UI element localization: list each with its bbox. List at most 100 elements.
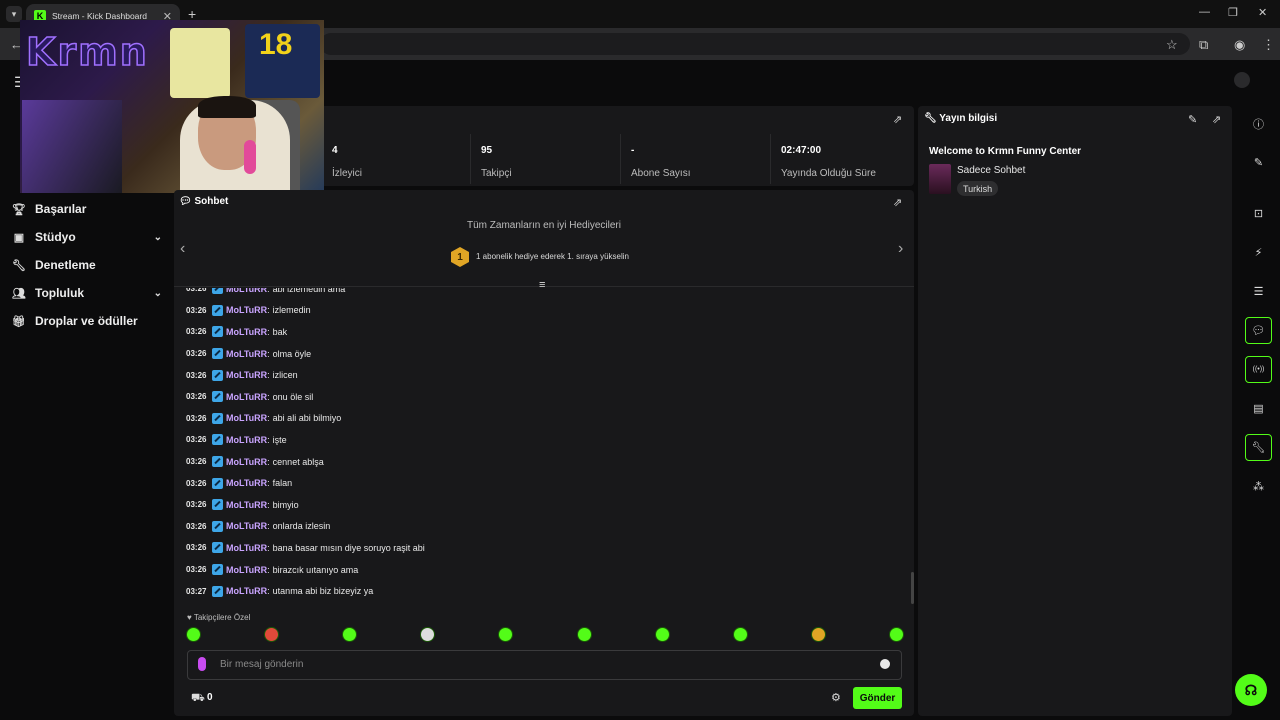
send-button[interactable]: Gönder (853, 687, 902, 709)
message-username[interactable]: MoLTuRR (226, 435, 267, 445)
sidebar-item-drops[interactable]: 🎁︎ Droplar ve ödüller (12, 307, 162, 335)
browser-menu-icon[interactable]: ⋮ (1262, 37, 1275, 53)
extensions-icon[interactable]: ⧉ (1199, 37, 1208, 53)
chat-message-list[interactable]: 03:26 MoLTuRR: abi izlemedin ama 03:26 MoLTu… (186, 288, 906, 606)
emoji-icon[interactable] (880, 659, 890, 669)
message-username[interactable]: MoLTuRR (226, 288, 267, 294)
chat-message: 03:26 MoLTuRR: bimyio (186, 494, 906, 516)
chat-message: 03:26 MoLTuRR: izlemedin (186, 300, 906, 322)
message-username[interactable]: MoLTuRR (226, 457, 267, 467)
message-time: 03:26 (186, 500, 207, 510)
sidebar-item-studio[interactable]: ▣ Stüdyo ⌄ (12, 223, 162, 251)
pencil-icon[interactable]: ✎ (1188, 113, 1197, 126)
rail-pencil-icon[interactable]: ✎ (1245, 149, 1272, 176)
jersey-number: 18 (259, 28, 293, 61)
emote[interactable] (654, 627, 670, 642)
message-colon: : (267, 391, 270, 402)
chevron-left-icon[interactable]: ‹ (180, 240, 185, 258)
rail-share-icon[interactable]: ⁂ (1245, 473, 1272, 500)
subscriber-badge-icon (212, 585, 223, 597)
chevron-down-icon[interactable]: ⌄ (154, 232, 162, 243)
message-colon: : (267, 413, 270, 424)
followers-only-label: ♥ Takipçilere Özel (187, 613, 250, 622)
message-colon: : (267, 305, 270, 316)
rail-info-icon[interactable]: ⓘ (1245, 110, 1272, 137)
restore-icon[interactable]: ❐ (1228, 6, 1238, 19)
emote[interactable] (810, 627, 826, 642)
chat-message: 03:26 MoLTuRR: bak (186, 321, 906, 343)
chevron-right-icon[interactable]: › (898, 240, 903, 258)
url-field[interactable] (320, 33, 1190, 55)
sidebar-item-achievements[interactable]: 🏆︎ Başarılar (12, 195, 162, 223)
chat-scrollbar[interactable] (911, 572, 914, 604)
rail-layout-icon[interactable]: ▤ (1245, 395, 1272, 422)
message-text: bimyio (272, 499, 299, 510)
minimize-icon[interactable]: — (1199, 6, 1210, 18)
stream-info-title-text: Yayın bilgisi (939, 113, 998, 124)
popout-icon[interactable]: ⇗ (893, 113, 902, 126)
message-username[interactable]: MoLTuRR (226, 305, 267, 315)
message-time: 03:26 (186, 565, 207, 575)
popout-icon[interactable]: ⇗ (893, 196, 902, 209)
headset-help-icon[interactable]: ☊ (1235, 674, 1267, 706)
emote[interactable] (732, 627, 748, 642)
message-username[interactable]: MoLTuRR (226, 413, 267, 423)
message-colon: : (267, 542, 270, 553)
message-username[interactable]: MoLTuRR (226, 349, 267, 359)
subscriber-badge-icon (212, 477, 223, 489)
popout-icon[interactable]: ⇗ (1212, 113, 1221, 126)
emote[interactable] (888, 627, 904, 642)
subscriber-badge-icon (212, 326, 223, 338)
kicks-icon[interactable]: ⛟ (191, 692, 205, 706)
rail-broadcast-icon[interactable]: ((•)) (1245, 356, 1272, 383)
streamer-hair (198, 96, 256, 118)
message-username[interactable]: MoLTuRR (226, 521, 267, 531)
rail-chat-icon[interactable]: 💬︎ (1245, 317, 1272, 344)
message-text: abi ali abi bilmiyo (272, 413, 342, 424)
message-username[interactable]: MoLTuRR (226, 370, 267, 380)
bookmark-star-icon[interactable]: ☆ (1166, 37, 1178, 53)
message-text: izlicen (272, 370, 298, 381)
emote[interactable] (264, 627, 280, 642)
sidebar-item-community[interactable]: 👥︎ Topluluk ⌄ (12, 279, 162, 307)
subscriber-badge-icon (212, 412, 223, 424)
rail-wrench-icon[interactable]: 🔧︎ (1245, 434, 1272, 461)
stream-info-title: 🔧︎ Yayın bilgisi (924, 113, 997, 124)
message-time: 03:26 (186, 478, 207, 488)
emote[interactable] (576, 627, 592, 642)
chat-message: 03:26 MoLTuRR: falan (186, 472, 906, 494)
rail-screen-icon[interactable]: ⊡ (1245, 200, 1272, 227)
emote[interactable] (498, 627, 514, 642)
message-time: 03:26 (186, 457, 207, 467)
profile-icon[interactable]: ◉ (1234, 37, 1245, 53)
message-username[interactable]: MoLTuRR (226, 543, 267, 553)
close-window-icon[interactable]: ✕ (1258, 6, 1267, 19)
message-colon: : (267, 521, 270, 532)
emote[interactable] (342, 627, 358, 642)
message-username[interactable]: MoLTuRR (226, 478, 267, 488)
message-username[interactable]: MoLTuRR (226, 586, 267, 596)
wrench-icon: 🔧︎ (924, 113, 940, 124)
message-text: birazcık uıtanıyo ama (272, 564, 359, 575)
chat-message: 03:26 MoLTuRR: bana basar mısın diye soruy… (186, 537, 906, 559)
message-username[interactable]: MoLTuRR (226, 500, 267, 510)
gear-icon[interactable]: ⚙ (831, 691, 841, 704)
sidebar-item-moderation[interactable]: 🔧︎ Denetleme (12, 251, 162, 279)
user-avatar[interactable] (1234, 72, 1250, 88)
message-username[interactable]: MoLTuRR (226, 392, 267, 402)
people-icon: 👥︎ (12, 287, 26, 300)
message-time: 03:26 (186, 349, 207, 359)
message-username[interactable]: MoLTuRR (226, 565, 267, 575)
message-text: bak (272, 326, 288, 337)
rail-list-icon[interactable]: ☰ (1245, 278, 1272, 305)
stat-followers: 95 Takipçi (470, 134, 620, 184)
chevron-down-icon[interactable]: ⌄ (154, 288, 162, 299)
rail-lightning-icon[interactable]: ⚡︎ (1245, 239, 1272, 266)
microphone-icon[interactable] (198, 657, 206, 671)
subscriber-badge-icon (212, 456, 223, 468)
emote[interactable] (186, 627, 201, 642)
message-text: onlarda izlesin (272, 521, 331, 532)
subscriber-badge-icon (212, 348, 223, 360)
message-username[interactable]: MoLTuRR (226, 327, 267, 337)
emote[interactable] (420, 627, 436, 642)
